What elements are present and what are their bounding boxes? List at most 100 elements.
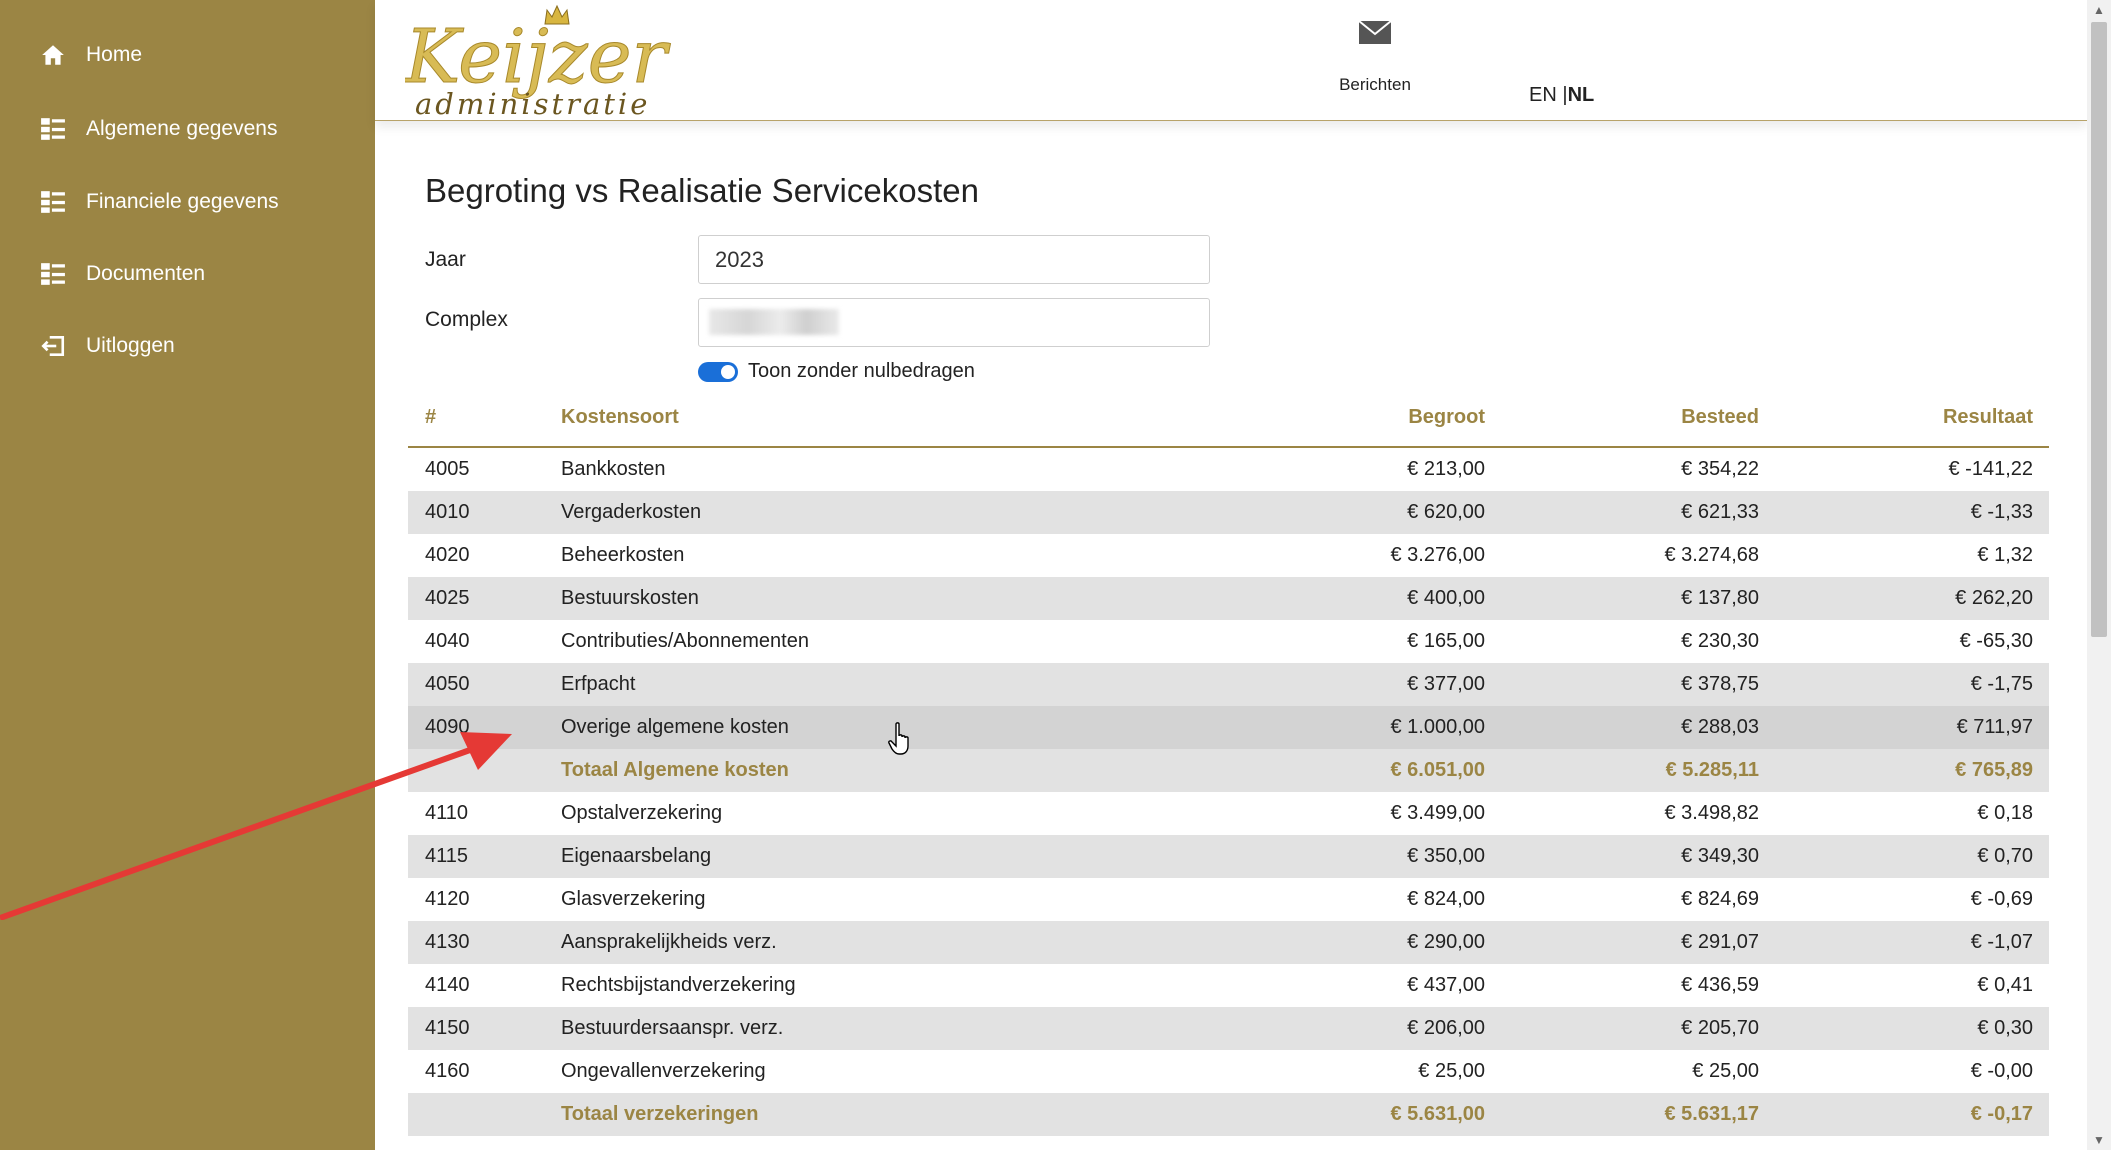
column-header-num[interactable]: # <box>425 406 436 429</box>
cell-kostensoort: Totaal Algemene kosten <box>561 759 789 781</box>
cell-number: 4160 <box>425 1060 470 1082</box>
cell-kostensoort: Totaal verzekeringen <box>561 1103 759 1125</box>
list-icon <box>40 261 66 287</box>
cell-kostensoort: Vergaderkosten <box>561 501 702 523</box>
column-header-kostensoort[interactable]: Kostensoort <box>561 406 679 429</box>
cell-resultaat: € -0,17 <box>1970 1103 2033 1125</box>
cell-begroot: € 165,00 <box>1407 630 1485 652</box>
list-icon <box>40 116 66 142</box>
cell-number: 4140 <box>425 974 470 996</box>
cell-resultaat: € 765,89 <box>1955 759 2033 781</box>
lang-en[interactable]: EN <box>1529 84 1557 106</box>
cell-besteed: € 5.631,17 <box>1664 1103 1759 1125</box>
cell-resultaat: € -0,00 <box>1970 1060 2033 1082</box>
table-row[interactable]: 4050 Erfpacht € 377,00 € 378,75 € -1,75 <box>408 663 2049 706</box>
cell-kostensoort: Bestuurdersaanspr. verz. <box>561 1017 784 1039</box>
sidebar-item-documenten[interactable]: Documenten <box>40 261 205 287</box>
sidebar-item-label: Uitloggen <box>86 334 175 357</box>
cell-kostensoort: Eigenaarsbelang <box>561 845 712 867</box>
cell-number: 4050 <box>425 673 470 695</box>
column-header-besteed[interactable]: Besteed <box>1681 406 1759 429</box>
table-row[interactable]: 4150 Bestuurdersaanspr. verz. € 206,00 € 20… <box>408 1007 2049 1050</box>
cell-begroot: € 400,00 <box>1407 587 1485 609</box>
sidebar-item-uitloggen[interactable]: Uitloggen <box>40 333 175 359</box>
cell-besteed: € 137,80 <box>1681 587 1759 609</box>
table-row[interactable]: 4160 Ongevallenverzekering € 25,00 € 25,00 €… <box>408 1050 2049 1093</box>
cell-kostensoort: Overige algemene kosten <box>561 716 789 738</box>
svg-text:administratie: administratie <box>415 87 650 118</box>
table-row[interactable]: 4110 Opstalverzekering € 3.499,00 € 3.498,8… <box>408 792 2049 835</box>
complex-select[interactable] <box>698 298 1210 347</box>
cell-begroot: € 1.000,00 <box>1390 716 1485 738</box>
column-header-begroot[interactable]: Begroot <box>1408 406 1485 429</box>
messages-label: Berichten <box>1339 75 1411 94</box>
lang-separator: | <box>1556 84 1568 106</box>
cell-besteed: € 436,59 <box>1681 974 1759 996</box>
messages-button[interactable]: Berichten <box>1310 18 1440 95</box>
table-row[interactable]: 4010 Vergaderkosten € 620,00 € 621,33 € -1,3… <box>408 491 2049 534</box>
table-row[interactable]: 4120 Glasverzekering € 824,00 € 824,69 € -0,… <box>408 878 2049 921</box>
cell-resultaat: € -1,75 <box>1970 673 2033 695</box>
table-total-row[interactable]: Totaal Algemene kosten € 6.051,00 € 5.285,… <box>408 749 2049 792</box>
cell-kostensoort: Ongevallenverzekering <box>561 1060 766 1082</box>
table-row[interactable]: 4020 Beheerkosten € 3.276,00 € 3.274,68 € 1,… <box>408 534 2049 577</box>
sidebar: Home Algemene gegevens Financiele gegeve… <box>0 0 375 1150</box>
cost-table: # Kostensoort Begroot Besteed Resultaat … <box>408 388 2049 1136</box>
cell-begroot: € 350,00 <box>1407 845 1485 867</box>
cell-kostensoort: Beheerkosten <box>561 544 685 566</box>
cell-begroot: € 620,00 <box>1407 501 1485 523</box>
table-row[interactable]: 4115 Eigenaarsbelang € 350,00 € 349,30 € 0,7… <box>408 835 2049 878</box>
sidebar-item-label: Algemene gegevens <box>86 117 278 140</box>
cell-besteed: € 824,69 <box>1681 888 1759 910</box>
cell-kostensoort: Rechtsbijstandverzekering <box>561 974 796 996</box>
sidebar-item-financiele-gegevens[interactable]: Financiele gegevens <box>40 189 279 215</box>
toggle-switch[interactable] <box>698 361 738 382</box>
cell-resultaat: € 0,18 <box>1977 802 2033 824</box>
cell-number: 4005 <box>425 458 470 480</box>
table-total-row[interactable]: Totaal verzekeringen € 5.631,00 € 5.631,17… <box>408 1093 2049 1136</box>
table-row[interactable]: 4130 Aansprakelijkheids verz. € 290,00 € 29… <box>408 921 2049 964</box>
cell-besteed: € 378,75 <box>1681 673 1759 695</box>
cell-besteed: € 230,30 <box>1681 630 1759 652</box>
scroll-thumb[interactable] <box>2091 22 2107 637</box>
table-body: 4005 Bankkosten € 213,00 € 354,22 € -141,22 4… <box>408 448 2049 1136</box>
cell-resultaat: € -0,69 <box>1970 888 2033 910</box>
sidebar-item-algemene-gegevens[interactable]: Algemene gegevens <box>40 116 277 142</box>
cell-besteed: € 5.285,11 <box>1665 759 1759 781</box>
zero-amounts-toggle[interactable]: Toon zonder nulbedragen <box>698 360 975 383</box>
cell-number: 4110 <box>425 802 469 824</box>
page-title: Begroting vs Realisatie Servicekosten <box>425 172 979 209</box>
cell-number: 4130 <box>425 931 470 953</box>
lang-nl[interactable]: NL <box>1568 84 1595 106</box>
table-row[interactable]: 4025 Bestuurskosten € 400,00 € 137,80 € 262,… <box>408 577 2049 620</box>
cell-begroot: € 206,00 <box>1407 1017 1485 1039</box>
cell-besteed: € 621,33 <box>1681 501 1759 523</box>
table-row[interactable]: 4090 Overige algemene kosten € 1.000,00 € 2… <box>408 706 2049 749</box>
company-logo[interactable]: Keijzer administratie <box>403 2 685 121</box>
cell-begroot: € 213,00 <box>1407 458 1485 480</box>
cell-number: 4040 <box>425 630 470 652</box>
main-content: Begroting vs Realisatie Servicekosten Ja… <box>375 120 2087 1150</box>
complex-label: Complex <box>425 308 508 331</box>
sidebar-item-home[interactable]: Home <box>40 42 142 68</box>
table-row[interactable]: 4040 Contributies/Abonnementen € 165,00 € 2… <box>408 620 2049 663</box>
table-row[interactable]: 4005 Bankkosten € 213,00 € 354,22 € -141,22 <box>408 448 2049 491</box>
scroll-down-arrow-icon[interactable]: ▼ <box>2087 1130 2111 1150</box>
table-header: # Kostensoort Begroot Besteed Resultaat <box>408 388 2049 448</box>
column-header-resultaat[interactable]: Resultaat <box>1943 406 2033 429</box>
cell-number: 4115 <box>425 845 469 867</box>
cell-kostensoort: Opstalverzekering <box>561 802 723 824</box>
cell-begroot: € 290,00 <box>1407 931 1485 953</box>
cell-begroot: € 3.499,00 <box>1390 802 1485 824</box>
cell-resultaat: € 1,32 <box>1977 544 2033 566</box>
cell-number: 4120 <box>425 888 470 910</box>
cell-besteed: € 3.274,68 <box>1664 544 1759 566</box>
vertical-scrollbar[interactable]: ▲ ▼ <box>2087 0 2111 1150</box>
year-select[interactable]: 2023 <box>698 235 1210 284</box>
cell-resultaat: € 0,41 <box>1977 974 2033 996</box>
year-label: Jaar <box>425 248 466 271</box>
scroll-up-arrow-icon[interactable]: ▲ <box>2087 0 2111 20</box>
cell-resultaat: € 711,97 <box>1956 716 2033 738</box>
table-row[interactable]: 4140 Rechtsbijstandverzekering € 437,00 € 4… <box>408 964 2049 1007</box>
cell-number: 4090 <box>425 716 470 738</box>
